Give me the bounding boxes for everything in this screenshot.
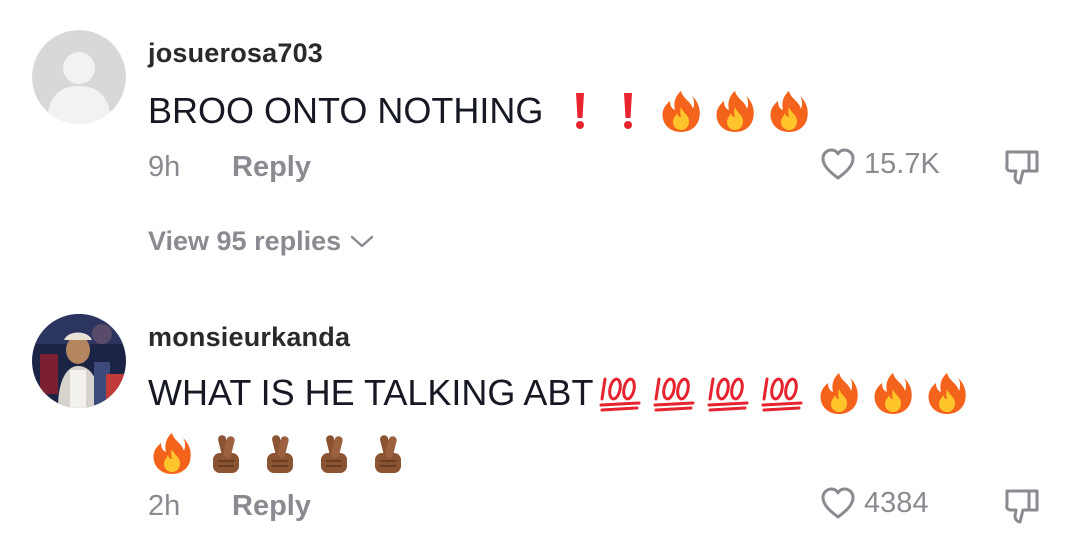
crossed-fingers-emoji-icon <box>316 431 352 475</box>
fire-emoji-icon <box>769 89 809 133</box>
view-replies-label: View 95 replies <box>148 226 342 256</box>
comment-text: BROO ONTO NOTHING <box>148 88 809 134</box>
comment-username[interactable]: monsieurkanda <box>148 322 350 353</box>
comment-text-continued <box>148 430 406 476</box>
fire-emoji-icon <box>819 371 859 415</box>
heart-outline-icon <box>821 487 855 519</box>
hundred-points-emoji-icon <box>599 373 643 413</box>
heart-outline-icon <box>821 148 855 180</box>
comment-item: monsieurkanda WHAT IS HE TALKING ABT 2h … <box>0 270 1079 547</box>
fire-emoji-icon <box>927 371 967 415</box>
like-button[interactable]: 15.7K <box>820 147 940 181</box>
reply-button[interactable]: Reply <box>232 151 311 184</box>
crossed-fingers-emoji-icon <box>208 431 244 475</box>
comment-item: josuerosa703 BROO ONTO NOTHING 9h Reply … <box>0 0 1079 270</box>
comment-timestamp: 2h <box>148 490 181 522</box>
default-avatar[interactable] <box>32 30 126 124</box>
crossed-fingers-emoji-icon <box>370 431 406 475</box>
hundred-points-emoji-icon <box>761 373 805 413</box>
comment-text-body: BROO ONTO NOTHING <box>148 90 544 131</box>
fire-emoji-icon <box>715 89 755 133</box>
profile-photo-icon <box>32 314 126 408</box>
hundred-points-emoji-icon <box>707 373 751 413</box>
view-replies-button[interactable]: View 95 replies <box>148 226 375 257</box>
comment-text-body: WHAT IS HE TALKING ABT <box>148 372 594 413</box>
dislike-button[interactable] <box>1003 147 1041 192</box>
photo-avatar[interactable] <box>32 314 126 408</box>
crossed-fingers-emoji-icon <box>262 431 298 475</box>
chevron-down-icon <box>350 235 374 247</box>
like-count: 4384 <box>864 486 929 519</box>
fire-emoji-icon <box>873 371 913 415</box>
dislike-button[interactable] <box>1003 486 1041 531</box>
fire-emoji-icon <box>152 431 192 475</box>
hundred-points-emoji-icon <box>653 373 697 413</box>
like-count: 15.7K <box>864 147 940 180</box>
comment-text: WHAT IS HE TALKING ABT <box>148 370 967 416</box>
comment-timestamp: 9h <box>148 151 181 183</box>
user-silhouette-icon <box>32 30 126 124</box>
thumbs-down-icon <box>1005 150 1039 185</box>
thumbs-down-icon <box>1005 489 1039 524</box>
like-button[interactable]: 4384 <box>820 486 929 520</box>
reply-button[interactable]: Reply <box>232 490 311 523</box>
fire-emoji-icon <box>661 89 701 133</box>
comment-username[interactable]: josuerosa703 <box>148 38 323 69</box>
exclamation-emoji-icon <box>621 91 635 131</box>
exclamation-emoji-icon <box>573 91 587 131</box>
